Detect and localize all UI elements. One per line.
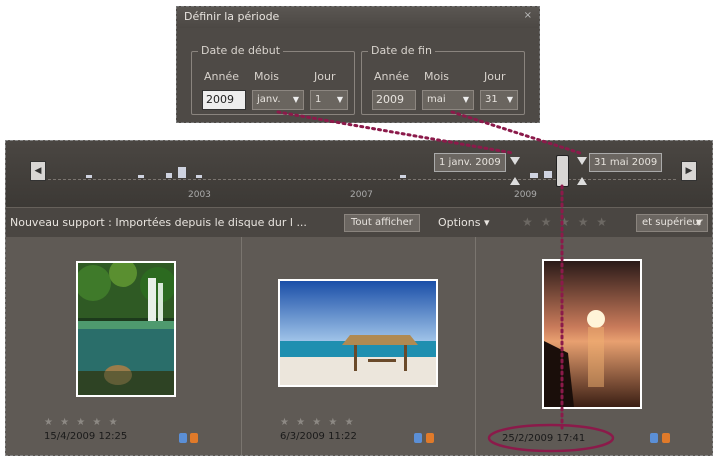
start-month-label: Mois	[254, 70, 280, 83]
end-marker-icon[interactable]	[577, 177, 587, 185]
start-marker-icon[interactable]	[510, 157, 520, 165]
beach-image	[280, 281, 436, 385]
end-month-value: mai	[427, 94, 446, 105]
timeline-bar	[166, 173, 172, 178]
media-browser-panel: ◀ 2003 2007 2009 1 janv. 2009 31 mai 200…	[5, 140, 713, 456]
timeline-bar	[544, 171, 552, 178]
timeline-year-2007: 2007	[350, 190, 373, 200]
filter-toolbar: Nouveau support : Importées depuis le di…	[6, 207, 712, 237]
timeline-bar	[138, 175, 144, 178]
start-day-select[interactable]: 1 ▼	[310, 90, 348, 110]
end-day-label: Jour	[484, 70, 506, 83]
album-tag-icon	[662, 433, 670, 443]
sunset-image	[544, 261, 640, 407]
timeline-year-2003: 2003	[188, 190, 211, 200]
photo-rating[interactable]: ★ ★ ★ ★ ★	[44, 417, 120, 428]
start-day-label: Jour	[314, 70, 336, 83]
end-date-group: Date de fin Année Mois Jour 2009 mai ▼ 31…	[361, 44, 525, 115]
start-year-input[interactable]: 2009	[202, 90, 246, 110]
keyword-tag-icon	[179, 433, 187, 443]
start-marker-icon[interactable]	[510, 177, 520, 185]
photo-date: 6/3/2009 11:22	[280, 431, 357, 442]
timeline-bar	[400, 175, 406, 178]
timeline-left-button[interactable]: ◀	[30, 161, 46, 181]
keyword-tag-icon	[650, 433, 658, 443]
chevron-down-icon: ▼	[462, 95, 469, 104]
source-text: Nouveau support : Importées depuis le di…	[10, 216, 307, 229]
end-date-legend: Date de fin	[368, 44, 435, 57]
end-month-label: Mois	[424, 70, 450, 83]
waterfall-image	[78, 263, 174, 395]
timeline-bar	[530, 173, 538, 178]
rating-filter-value: et supérieur	[642, 217, 703, 228]
start-year-label: Année	[204, 70, 240, 83]
dialog-title: Définir la période	[177, 7, 539, 28]
chevron-down-icon: ▼	[336, 95, 343, 104]
timeline-bar	[178, 167, 186, 178]
photo-date: 15/4/2009 12:25	[44, 431, 128, 442]
album-tag-icon	[190, 433, 198, 443]
end-month-select[interactable]: mai ▼	[422, 90, 474, 110]
screenshot: Définir la période × Date de début Année…	[0, 0, 717, 462]
start-date-legend: Date de début	[198, 44, 284, 57]
end-marker-icon[interactable]	[577, 157, 587, 165]
album-tag-icon	[426, 433, 434, 443]
chevron-down-icon: ▼	[506, 95, 513, 104]
end-day-value: 31	[485, 94, 498, 105]
start-date-flag: 1 janv. 2009	[434, 153, 506, 172]
photo-sunset[interactable]	[542, 259, 642, 409]
end-year-label: Année	[374, 70, 410, 83]
end-date-flag: 31 mai 2009	[589, 153, 663, 172]
keyword-tag-icon	[414, 433, 422, 443]
end-day-select[interactable]: 31 ▼	[480, 90, 518, 110]
photo-rating[interactable]: ★ ★ ★ ★ ★	[280, 417, 356, 428]
thumbnail-cell[interactable]: ★ ★ ★ ★ ★ 6/3/2009 11:22	[242, 237, 476, 455]
chevron-down-icon: ▼	[695, 218, 702, 227]
photo-beach[interactable]	[278, 279, 438, 387]
timeline-bar	[196, 175, 202, 178]
thumbnail-cell[interactable]: ★ ★ ★ ★ ★ 15/4/2009 12:25	[6, 237, 242, 455]
start-month-value: janv.	[257, 94, 281, 105]
timeline-bar	[86, 175, 92, 178]
date-range-dialog: Définir la période × Date de début Année…	[176, 6, 540, 123]
timeline[interactable]: ◀ 2003 2007 2009 1 janv. 2009 31 mai 200…	[6, 141, 712, 207]
thumbnail-cell[interactable]: 25/2/2009 17:41	[476, 237, 712, 455]
end-year-input[interactable]: 2009	[372, 90, 416, 110]
start-day-value: 1	[315, 94, 322, 105]
photo-date: 25/2/2009 17:41	[502, 433, 586, 444]
rating-stars[interactable]: ★ ★ ★ ★ ★	[522, 215, 609, 229]
chevron-down-icon: ▼	[292, 95, 299, 104]
show-all-button[interactable]: Tout afficher	[344, 214, 420, 232]
options-menu[interactable]: Options ▾	[438, 216, 489, 229]
timeline-right-button[interactable]: ▶	[681, 161, 697, 181]
photo-waterfall[interactable]	[76, 261, 176, 397]
timeline-scrubber-handle[interactable]	[556, 155, 569, 187]
timeline-year-2009: 2009	[514, 190, 537, 200]
rating-filter-select[interactable]: et supérieur ▼	[636, 214, 708, 232]
close-icon[interactable]: ×	[524, 10, 532, 21]
start-month-select[interactable]: janv. ▼	[252, 90, 304, 110]
thumbnail-grid: ★ ★ ★ ★ ★ 15/4/2009 12:25 ★ ★ ★ ★ ★ 6/3/…	[6, 237, 712, 455]
start-date-group: Date de début Année Mois Jour 2009 janv.…	[191, 44, 355, 115]
